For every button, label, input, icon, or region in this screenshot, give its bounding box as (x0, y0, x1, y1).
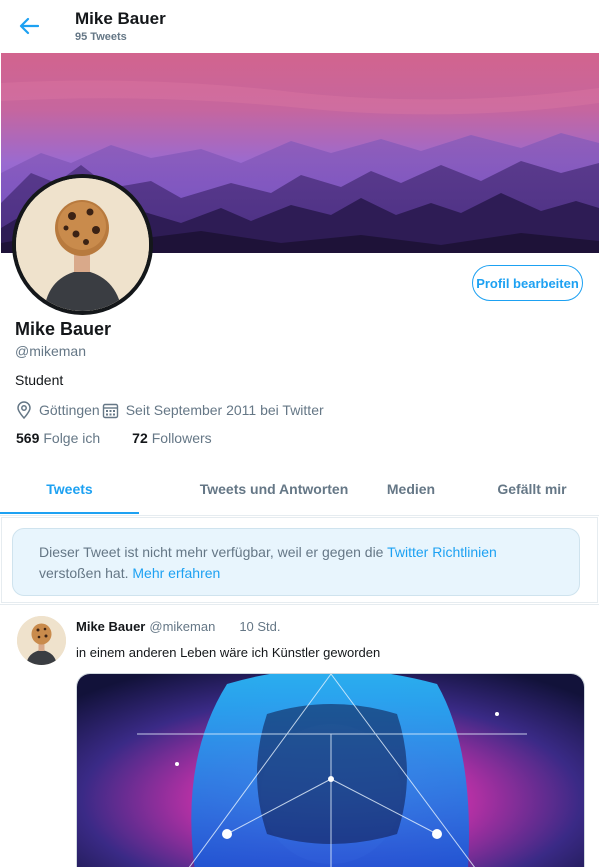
notice-text-2: verstoßen hat. (39, 565, 133, 581)
header-tweet-count: 95 Tweets (75, 31, 127, 43)
tweet-header: Mike Bauer @mikeman 10 Std. (76, 619, 281, 634)
profile-avatar[interactable] (12, 174, 153, 315)
tab-likes[interactable]: Gefällt mir (482, 462, 582, 516)
tweet-author-handle[interactable]: @mikeman (149, 619, 215, 634)
followers-link[interactable]: 72 Followers (132, 430, 211, 446)
following-count: 569 (16, 430, 40, 446)
tweet-avatar[interactable] (17, 616, 66, 665)
withheld-notice: Dieser Tweet ist nicht mehr verfügbar, w… (12, 528, 580, 596)
tab-tweets-and-replies[interactable]: Tweets und Antworten (190, 462, 358, 516)
profile-joined: Seit September 2011 bei Twitter (125, 402, 324, 418)
back-button[interactable] (14, 12, 44, 40)
followers-label: Followers (151, 430, 212, 446)
profile-name: Mike Bauer (15, 319, 112, 339)
withheld-tweet-card: Dieser Tweet ist nicht mehr verfügbar, w… (1, 517, 598, 603)
arrow-left-icon (19, 17, 39, 35)
notice-text-1: Dieser Tweet ist nicht mehr verfügbar, w… (39, 544, 388, 560)
tweet-timestamp[interactable]: 10 Std. (239, 619, 280, 634)
active-tab-indicator (0, 512, 139, 514)
header-title: Mike Bauer (75, 9, 166, 28)
following-link[interactable]: 569 Folge ich (16, 430, 100, 446)
following-label: Folge ich (43, 430, 101, 446)
edit-profile-button[interactable]: Profil bearbeiten (472, 265, 583, 301)
tab-tweets[interactable]: Tweets (0, 462, 139, 516)
profile-bio: Student (15, 372, 64, 388)
top-bar: Mike Bauer 95 Tweets (0, 0, 599, 52)
twitter-rules-link[interactable]: Twitter Richtlinien (387, 544, 497, 560)
learn-more-link[interactable]: Mehr erfahren (132, 565, 220, 581)
tab-media[interactable]: Medien (370, 462, 452, 516)
tweet-image[interactable] (76, 673, 585, 867)
profile-meta: Göttingen Seit September 2011 bei Twitte… (15, 400, 324, 420)
tweet-author-name[interactable]: Mike Bauer (76, 619, 145, 634)
profile-tabs: Tweets Tweets und Antworten Medien Gefäl… (0, 462, 599, 516)
profile-location: Göttingen (39, 402, 100, 418)
calendar-icon (102, 401, 120, 419)
follow-stats: 569 Folge ich 72 Followers (16, 430, 212, 446)
tweet-text: in einem anderen Leben wäre ich Künstler… (76, 645, 381, 660)
tweet-divider (0, 604, 599, 605)
followers-count: 72 (132, 430, 148, 446)
map-pin-icon (15, 401, 33, 419)
profile-handle: @mikeman (15, 343, 87, 359)
